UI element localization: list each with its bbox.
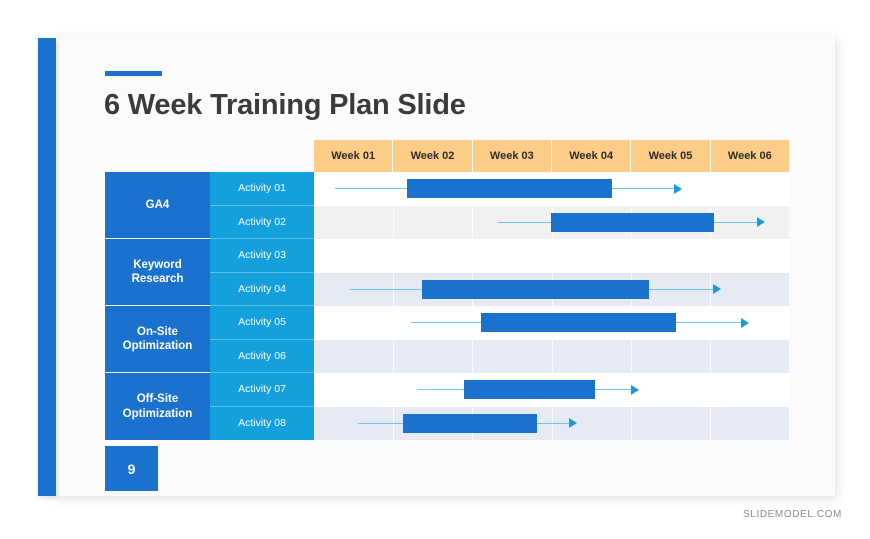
activity-cell-7: Activity 07 [210,373,314,407]
activity-cell-3: Activity 03 [210,239,314,273]
title-underline-rule [105,71,162,76]
week-header-cell-2: Week 02 [393,140,473,172]
task-arrow-icon [757,217,766,227]
gantt-plot-area [314,172,789,440]
task-bar[interactable] [464,380,596,399]
week-header-cell-1: Week 01 [314,140,394,172]
activity-cell-1: Activity 01 [210,172,314,206]
week-header-cell-5: Week 05 [631,140,711,172]
gantt-row-band-3 [314,239,789,273]
week-header-cell-3: Week 03 [472,140,552,172]
gantt-chart: Week 01 Week 02 Week 03 Week 04 Week 05 Week … [105,140,789,440]
activity-cell-4: Activity 04 [210,272,314,306]
task-arrow-icon [713,284,721,294]
task-arrow-icon [568,418,577,428]
week-header-row: Week 01 Week 02 Week 03 Week 04 Week 05 Week … [314,140,789,172]
task-bar[interactable] [481,313,676,332]
activity-column: Activity 01 Activity 02 Activity 03 Activit… [210,172,314,440]
category-cell-3: On-Site Optimization [105,306,210,373]
gantt-body: GA4 Keyword Research On-Site Optimization Off… [105,172,789,440]
gantt-task-2[interactable] [314,206,789,240]
left-accent-bar [38,38,56,496]
task-arrow-icon [630,384,639,395]
task-bar[interactable] [422,279,649,299]
activity-cell-5: Activity 05 [210,306,314,340]
task-bar[interactable] [402,413,538,433]
category-cell-4: Off-Site Optimization [105,373,210,440]
activity-cell-8: Activity 08 [210,406,314,440]
gantt-row-band-6 [314,339,789,373]
activity-cell-2: Activity 02 [210,205,314,239]
gantt-task-5[interactable] [314,306,789,340]
category-cell-1: GA4 [105,172,210,239]
week-header-cell-4: Week 04 [551,140,632,172]
activity-cell-6: Activity 06 [210,339,314,373]
watermark-label: SLIDEMODEL.COM [743,509,842,520]
page-number-badge: 9 [105,446,158,491]
category-cell-2: Keyword Research [105,239,210,306]
slide-canvas: 6 Week Training Plan Slide Week 01 Week 0… [0,0,870,539]
gantt-task-8[interactable] [314,407,789,441]
week-header-cell-6: Week 06 [710,140,789,172]
task-bar[interactable] [550,212,714,232]
gantt-task-4[interactable] [314,273,789,307]
task-bar[interactable] [407,179,612,198]
gantt-task-1[interactable] [314,172,789,206]
category-column: GA4 Keyword Research On-Site Optimization Off… [105,172,210,440]
page-title: 6 Week Training Plan Slide [104,89,466,121]
task-arrow-icon [674,183,683,194]
task-arrow-icon [740,317,749,328]
gantt-task-7[interactable] [314,373,789,407]
